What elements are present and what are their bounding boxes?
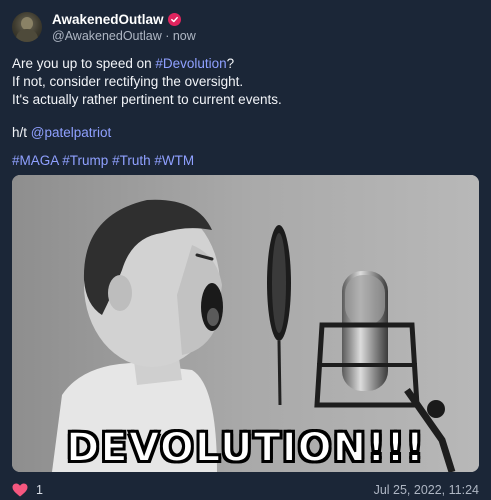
tweet-text-line-3: It's actually rather pertinent to curren… (12, 92, 282, 107)
hashtag-devolution-link[interactable]: #Devolution (155, 56, 226, 71)
hat-tip-line: h/t @patelpatriot (12, 124, 111, 141)
author-names: AwakenedOutlaw @AwakenedOutlaw · now (52, 12, 196, 43)
verified-badge-icon (167, 12, 181, 26)
handle-row: @AwakenedOutlaw · now (52, 29, 196, 43)
heart-icon[interactable] (12, 483, 28, 497)
hashtag-line: #MAGA #Trump #Truth #WTM (12, 152, 194, 169)
hashtag-link[interactable]: #MAGA (12, 153, 59, 168)
separator: · (161, 28, 173, 43)
hashtag-link[interactable]: #Trump (62, 153, 108, 168)
mention-link[interactable]: @patelpatriot (31, 125, 112, 140)
like-count: 1 (36, 483, 43, 497)
hashtag-link[interactable]: #WTM (154, 153, 194, 168)
tweet-text-line-2: If not, consider rectifying the oversigh… (12, 74, 244, 89)
tweet-header: AwakenedOutlaw @AwakenedOutlaw · now (12, 10, 196, 44)
text-segment: Are you up to speed on (12, 56, 156, 71)
author-display-name[interactable]: AwakenedOutlaw (52, 12, 164, 27)
tweet-media-image[interactable]: DEVOLUTION!!! (12, 175, 479, 472)
post-time: now (172, 28, 196, 43)
display-name-row: AwakenedOutlaw (52, 12, 196, 27)
tweet-text-line-1: Are you up to speed on #Devolution? (12, 55, 234, 72)
hashtag-link[interactable]: #Truth (112, 153, 151, 168)
tweet-footer: 1 Jul 25, 2022, 11:24 (12, 482, 479, 498)
like-area[interactable]: 1 (12, 483, 43, 497)
media-caption: DEVOLUTION!!! (65, 424, 425, 472)
hat-tip-prefix: h/t (12, 125, 31, 140)
text-segment: ? (226, 56, 235, 71)
tweet-timestamp[interactable]: Jul 25, 2022, 11:24 (374, 483, 479, 497)
author-avatar[interactable] (12, 12, 42, 42)
author-handle[interactable]: @AwakenedOutlaw (52, 29, 162, 43)
